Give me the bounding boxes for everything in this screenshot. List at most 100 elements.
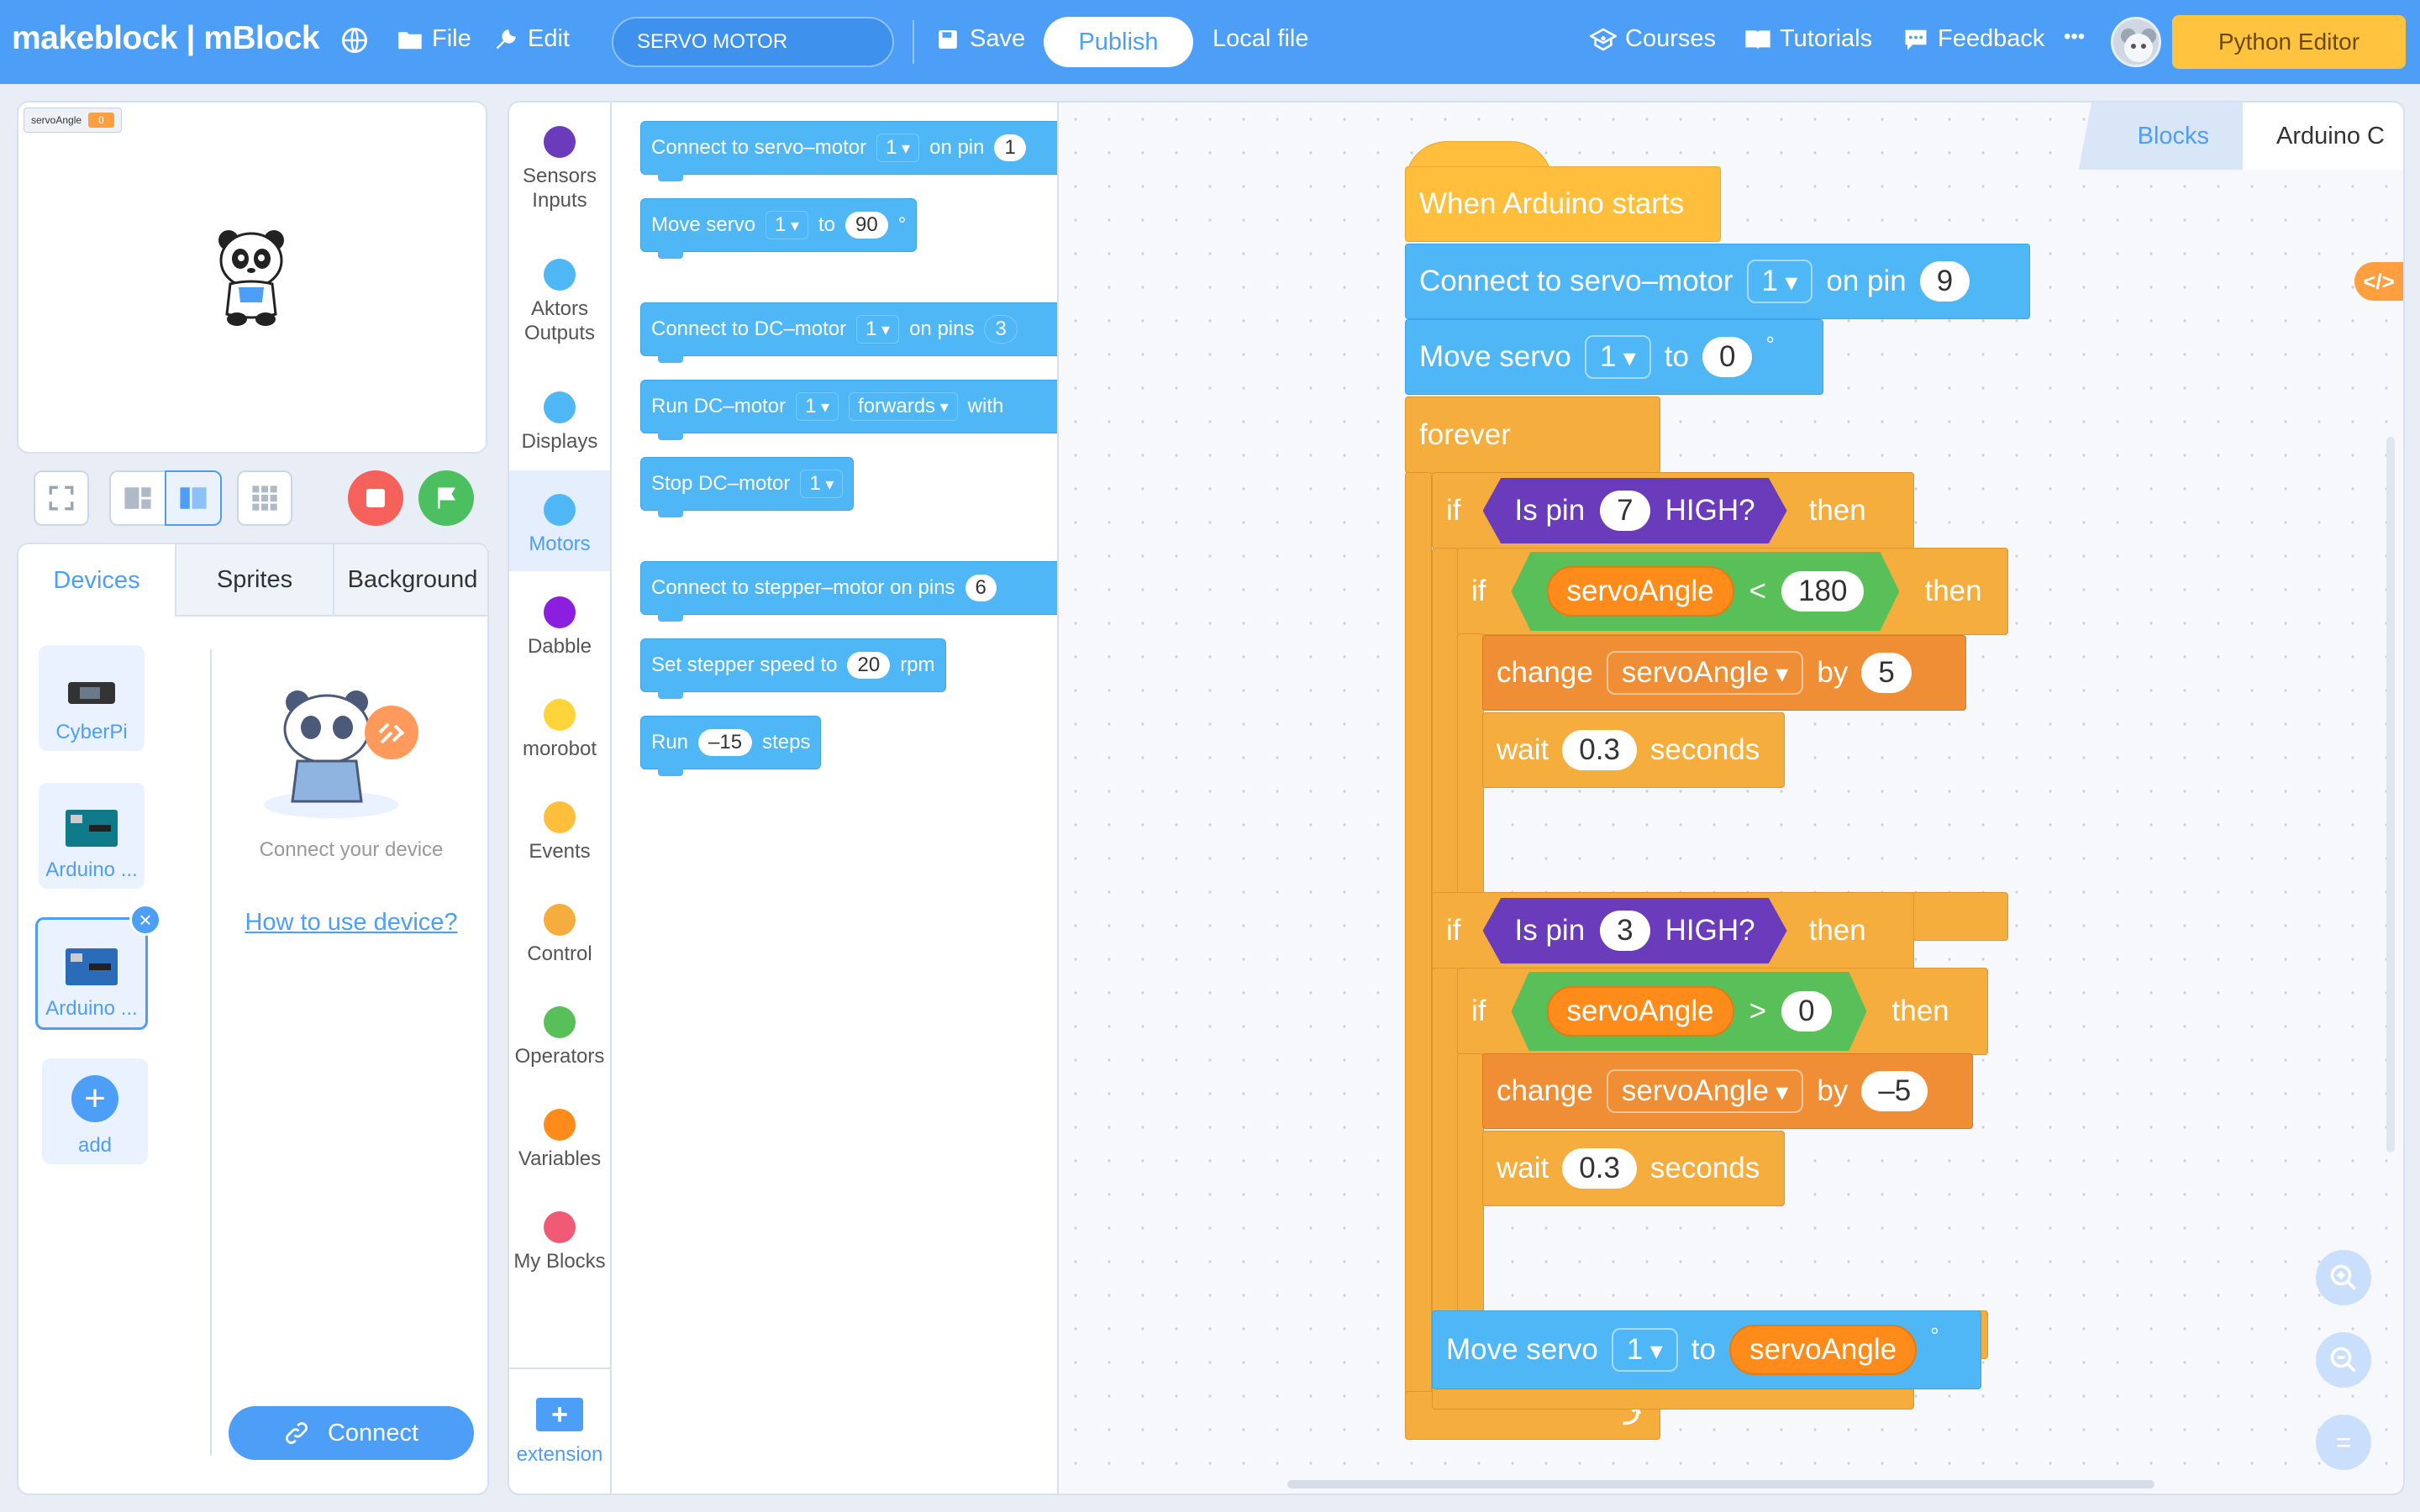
- block-input[interactable]: 90: [845, 212, 888, 239]
- zoom-in-button[interactable]: [2316, 1250, 2371, 1305]
- connect-servo-block[interactable]: Connect to servo–motor 1 on pin 9: [1405, 244, 2030, 319]
- when-arduino-starts-block[interactable]: When Arduino starts: [1405, 166, 1721, 242]
- category-variables[interactable]: Variables: [509, 1085, 610, 1186]
- device-arduino-1[interactable]: Arduino ...: [39, 783, 145, 889]
- block-input[interactable]: 20: [847, 652, 891, 679]
- category-aktors-outputs[interactable]: Aktors Outputs: [509, 235, 610, 344]
- if-block-2[interactable]: if Is pin 3 HIGH? then: [1432, 892, 1914, 969]
- palette-block-connect-servo[interactable]: Connect to servo–motor 1 on pin 1: [640, 121, 1057, 181]
- block-dropdown[interactable]: forwards: [849, 392, 958, 421]
- palette-block-stop-dc-motor[interactable]: Stop DC–motor 1: [640, 457, 855, 517]
- move-servo-variable-block[interactable]: Move servo 1 to servoAngle °: [1432, 1310, 1981, 1389]
- block-dropdown[interactable]: 1: [876, 134, 920, 162]
- is-pin-high-block-1[interactable]: Is pin 7 HIGH?: [1482, 478, 1787, 543]
- is-pin-high-block-2[interactable]: Is pin 3 HIGH?: [1482, 898, 1787, 963]
- block-dropdown[interactable]: 1: [1611, 1328, 1678, 1372]
- variable-dropdown[interactable]: servoAngle: [1606, 651, 1804, 695]
- palette-block-connect-dc-motor[interactable]: Connect to DC–motor 1 on pins 3: [640, 302, 1057, 363]
- horizontal-scrollbar[interactable]: [1287, 1480, 2154, 1488]
- block-input[interactable]: –15: [698, 729, 753, 756]
- palette-block-run-dc-motor[interactable]: Run DC–motor 1 forwards with: [640, 380, 1057, 440]
- publish-button[interactable]: Publish: [1044, 17, 1193, 67]
- palette-block-run-steps[interactable]: Run –15 steps: [640, 716, 822, 776]
- category-control[interactable]: Control: [509, 880, 610, 981]
- block-input[interactable]: 0.3: [1562, 1148, 1637, 1189]
- language-globe-icon[interactable]: [339, 25, 370, 55]
- category-my-blocks[interactable]: My Blocks: [509, 1188, 610, 1289]
- green-flag-button[interactable]: [418, 470, 474, 526]
- stop-button[interactable]: [348, 470, 403, 526]
- if-block-1-inner[interactable]: if servoAngle < 180 then: [1457, 548, 2008, 635]
- tab-arduino-c[interactable]: Arduino C: [2243, 102, 2403, 170]
- less-than-block[interactable]: servoAngle < 180: [1511, 552, 1900, 631]
- connect-button[interactable]: Connect: [229, 1406, 474, 1460]
- script-workspace[interactable]: Blocks Arduino C </> When Arduino starts…: [1059, 101, 2405, 1495]
- category-sensors-inputs[interactable]: Sensors Inputs: [509, 102, 610, 212]
- python-editor-button[interactable]: Python Editor: [2172, 15, 2406, 69]
- device-arduino-2[interactable]: Arduino ...: [35, 917, 148, 1030]
- how-to-use-device-link[interactable]: How to use device?: [229, 909, 474, 937]
- variable-dropdown[interactable]: servoAngle: [1606, 1069, 1804, 1113]
- local-file-button[interactable]: Local file: [1213, 25, 1308, 53]
- if-block-1[interactable]: if Is pin 7 HIGH? then: [1432, 472, 1914, 549]
- block-input[interactable]: 0: [1702, 337, 1753, 377]
- vertical-scrollbar[interactable]: [2386, 437, 2395, 1152]
- block-input[interactable]: 1: [994, 134, 1026, 161]
- block-dropdown[interactable]: 1: [796, 392, 839, 421]
- feedback-link[interactable]: Feedback: [1902, 25, 2044, 53]
- palette-block-connect-stepper[interactable]: Connect to stepper–motor on pins 6: [640, 561, 1057, 622]
- block-input[interactable]: 180: [1781, 571, 1865, 612]
- stage-canvas[interactable]: servoAngle 0: [17, 101, 487, 454]
- category-morobot[interactable]: morobot: [509, 675, 610, 776]
- forever-block[interactable]: forever: [1405, 396, 1660, 474]
- tab-background[interactable]: Background: [333, 544, 487, 617]
- block-input[interactable]: 5: [1861, 653, 1912, 693]
- code-toggle-icon[interactable]: </>: [2354, 262, 2403, 301]
- block-input[interactable]: 3: [984, 315, 1018, 344]
- remove-device-close-icon[interactable]: ×: [129, 904, 161, 936]
- change-variable-block-1[interactable]: change servoAngle by 5: [1482, 635, 1966, 711]
- more-menu-button[interactable]: •••: [2064, 25, 2085, 49]
- large-stage-button[interactable]: [165, 470, 222, 526]
- variable-reporter[interactable]: servoAngle: [1546, 566, 1734, 617]
- palette-block-move-servo[interactable]: Move servo 1 to 90 °: [640, 198, 918, 259]
- tab-blocks[interactable]: Blocks: [2078, 102, 2244, 170]
- project-name-input[interactable]: SERVO MOTOR: [612, 17, 894, 67]
- palette-block-stepper-speed[interactable]: Set stepper speed to 20 rpm: [640, 638, 946, 699]
- block-dropdown[interactable]: 1: [1584, 335, 1651, 379]
- block-dropdown[interactable]: 1: [765, 211, 809, 239]
- device-cyberpi[interactable]: CyberPi: [39, 645, 145, 751]
- wait-block-1[interactable]: wait 0.3 seconds: [1482, 712, 1785, 788]
- variable-reporter[interactable]: servoAngle: [1546, 986, 1734, 1037]
- block-input[interactable]: 9: [1919, 261, 1970, 302]
- move-servo-block[interactable]: Move servo 1 to 0 °: [1405, 319, 1823, 395]
- wait-block-2[interactable]: wait 0.3 seconds: [1482, 1131, 1785, 1206]
- zoom-out-button[interactable]: [2316, 1332, 2371, 1388]
- fullscreen-button[interactable]: [34, 470, 89, 526]
- tab-sprites[interactable]: Sprites: [175, 544, 333, 617]
- block-input[interactable]: 0.3: [1562, 730, 1637, 770]
- block-input[interactable]: 7: [1600, 491, 1650, 531]
- block-input[interactable]: 3: [1600, 911, 1650, 951]
- block-dropdown[interactable]: 1: [1746, 260, 1813, 303]
- block-input[interactable]: –5: [1861, 1071, 1928, 1111]
- extension-button[interactable]: + extension: [509, 1368, 610, 1494]
- courses-link[interactable]: Courses: [1590, 25, 1716, 53]
- file-menu[interactable]: File: [397, 25, 471, 53]
- panda-sprite[interactable]: [213, 227, 289, 328]
- add-device-button[interactable]: + add: [42, 1058, 148, 1164]
- category-operators[interactable]: Operators: [509, 983, 610, 1084]
- save-button[interactable]: Save: [934, 25, 1025, 53]
- category-motors[interactable]: Motors: [509, 470, 610, 571]
- zoom-reset-button[interactable]: =: [2316, 1415, 2371, 1470]
- user-avatar[interactable]: [2111, 17, 2161, 67]
- block-input[interactable]: 0: [1781, 991, 1832, 1032]
- tutorials-link[interactable]: Tutorials: [1744, 25, 1872, 53]
- category-dabble[interactable]: Dabble: [509, 573, 610, 674]
- block-dropdown[interactable]: 1: [800, 470, 844, 498]
- block-dropdown[interactable]: 1: [856, 315, 900, 344]
- category-events[interactable]: Events: [509, 778, 610, 879]
- variable-reporter[interactable]: servoAngle: [1728, 1325, 1918, 1375]
- grid-view-button[interactable]: [237, 470, 292, 526]
- tab-devices[interactable]: Devices: [18, 544, 175, 617]
